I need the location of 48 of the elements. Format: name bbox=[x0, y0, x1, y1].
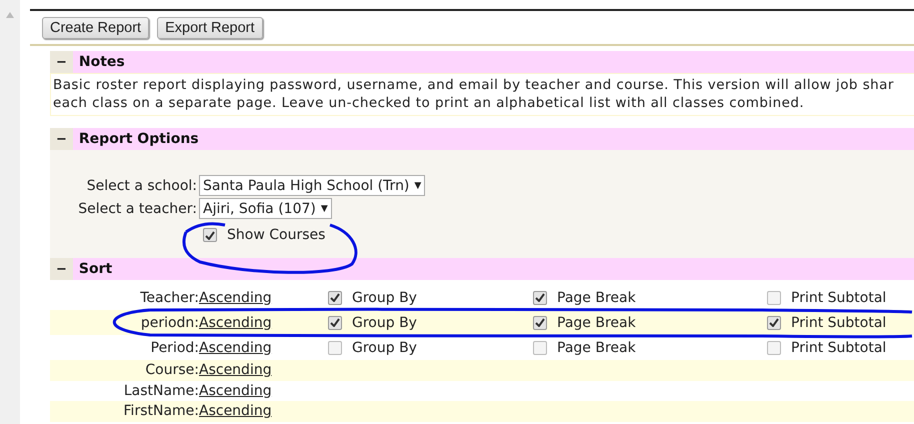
sort-field-label: FirstName: bbox=[122, 403, 199, 420]
checkbox[interactable] bbox=[328, 290, 342, 304]
checkbox[interactable] bbox=[767, 316, 781, 330]
checkbox-label: Show Courses bbox=[227, 227, 326, 243]
sort-order-link[interactable]: Ascending bbox=[199, 290, 328, 306]
section-title: Notes bbox=[78, 54, 125, 70]
field-label: Select a teacher: bbox=[77, 200, 198, 216]
collapse-toggle[interactable]: − bbox=[50, 51, 73, 73]
checkbox-label: Print Subtotal bbox=[791, 290, 886, 306]
caret-icon: ▼ bbox=[320, 204, 328, 214]
checkbox[interactable] bbox=[533, 316, 547, 330]
sort-order-link[interactable]: Ascending bbox=[199, 382, 328, 399]
checkbox-label: Group By bbox=[352, 314, 417, 330]
checkbox-label: Group By bbox=[352, 340, 417, 356]
sort-field-label: LastName: bbox=[122, 382, 199, 399]
toolbar-button[interactable]: Export Report bbox=[157, 17, 263, 39]
sort-order-link[interactable]: Ascending bbox=[199, 340, 328, 356]
checkbox[interactable] bbox=[533, 290, 547, 304]
dropdown[interactable]: Santa Paula High School (Trn) ▼ bbox=[199, 175, 426, 196]
notes-text: Basic roster report displaying password, username, and email by teacher and course. This version will allow job shar bbox=[53, 76, 894, 94]
checkbox-label: Page Break bbox=[557, 340, 636, 356]
section-title: Report Options bbox=[78, 131, 199, 147]
checkbox-label: Page Break bbox=[557, 314, 636, 330]
checkbox[interactable] bbox=[533, 340, 547, 354]
sort-field-label: Course: bbox=[144, 362, 199, 378]
section-title: Sort bbox=[78, 261, 112, 277]
checkbox-label: Print Subtotal bbox=[791, 314, 886, 330]
notes-text: each class on a separate page. Leave un-checked to print an alphabetical list with all classes combined. bbox=[53, 94, 804, 112]
checkbox-label: Page Break bbox=[557, 290, 636, 306]
toolbar-button[interactable]: Create Report bbox=[42, 17, 150, 39]
collapse-toggle[interactable]: − bbox=[50, 258, 73, 280]
checkbox[interactable] bbox=[767, 290, 781, 304]
collapse-toggle[interactable]: − bbox=[50, 128, 73, 150]
sort-order-link[interactable]: Ascending bbox=[199, 314, 328, 330]
checkbox[interactable] bbox=[328, 316, 342, 330]
dropdown[interactable]: Ajiri, Sofia (107) ▼ bbox=[199, 198, 332, 219]
sort-order-link[interactable]: Ascending bbox=[199, 362, 328, 378]
sort-field-label: Teacher: bbox=[139, 290, 199, 306]
checkbox[interactable] bbox=[203, 228, 217, 242]
checkbox[interactable] bbox=[328, 340, 342, 354]
caret-icon: ▼ bbox=[414, 180, 422, 190]
checkbox[interactable] bbox=[767, 340, 781, 354]
checkbox-label: Group By bbox=[352, 290, 417, 306]
field-label: Select a school: bbox=[86, 178, 198, 194]
sort-field-label: periodn: bbox=[140, 314, 199, 330]
sort-field-label: Period: bbox=[150, 340, 199, 356]
sort-order-link[interactable]: Ascending bbox=[199, 403, 328, 420]
checkbox-label: Print Subtotal bbox=[791, 340, 886, 356]
